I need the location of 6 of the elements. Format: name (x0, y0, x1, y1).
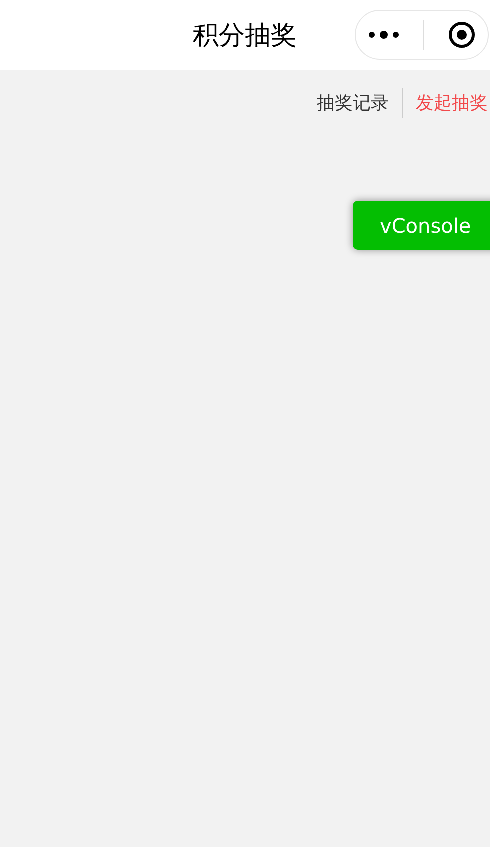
header-link[interactable]: 抽奖记录 (317, 91, 389, 115)
more-icon[interactable] (368, 30, 400, 40)
header-link[interactable]: 发起抽奖 (416, 91, 488, 115)
close-icon[interactable] (448, 21, 476, 49)
page-title: 积分抽奖 (193, 20, 297, 52)
vconsole-button[interactable]: vConsole (353, 201, 490, 250)
